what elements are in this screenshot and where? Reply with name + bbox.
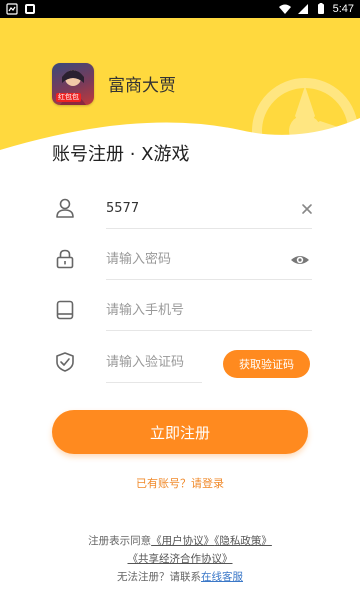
wifi-icon: [278, 4, 291, 14]
notification-icon: [6, 3, 18, 15]
app-icon-small: [25, 4, 35, 14]
username-input[interactable]: [106, 192, 312, 224]
phone-row: [0, 286, 360, 336]
code-input[interactable]: [106, 346, 202, 378]
status-time: 5:47: [332, 3, 354, 15]
login-link[interactable]: 已有账号？请登录: [0, 475, 360, 491]
lock-icon: [56, 249, 74, 269]
phone-icon: [56, 300, 74, 320]
password-underline: [106, 279, 312, 280]
privacy-policy-link[interactable]: 《隐私政策》: [214, 535, 272, 547]
code-row: 获取验证码: [0, 338, 360, 388]
footer-help-line: 无法注册？请联系在线客服: [0, 569, 360, 584]
signal-icon: [297, 4, 308, 14]
agreement-prefix: 注册表示同意: [88, 535, 152, 547]
shield-icon: [56, 352, 74, 372]
phone-underline: [106, 330, 312, 331]
username-row: [0, 184, 360, 234]
get-code-button[interactable]: 获取验证码: [223, 350, 310, 378]
code-underline: [106, 382, 202, 383]
help-prefix: 无法注册？请联系: [117, 571, 201, 583]
shared-economy-link[interactable]: 《共享经济合作协议》: [128, 553, 233, 565]
user-agreement-link[interactable]: 《用户协议》: [151, 535, 214, 547]
status-bar: 5:47: [0, 0, 360, 18]
page-title: 账号注册 · X游戏: [52, 144, 190, 165]
eye-icon[interactable]: [290, 251, 310, 269]
footer-agreement-line: 注册表示同意《用户协议》《隐私政策》: [0, 533, 360, 548]
online-service-link[interactable]: 在线客服: [201, 571, 243, 583]
register-button[interactable]: 立即注册: [52, 410, 308, 454]
app-logo: 红包包: [52, 63, 94, 105]
clear-icon[interactable]: [298, 200, 316, 218]
password-input[interactable]: [106, 243, 312, 275]
app-name: 富商大贾: [108, 76, 176, 96]
phone-input[interactable]: [106, 294, 312, 326]
user-icon: [56, 198, 74, 218]
password-row: [0, 235, 360, 285]
app-badge: 红包包: [56, 93, 81, 102]
footer-shared-line: 《共享经济合作协议》: [0, 551, 360, 566]
username-underline: [106, 228, 312, 229]
battery-icon: [317, 3, 324, 14]
